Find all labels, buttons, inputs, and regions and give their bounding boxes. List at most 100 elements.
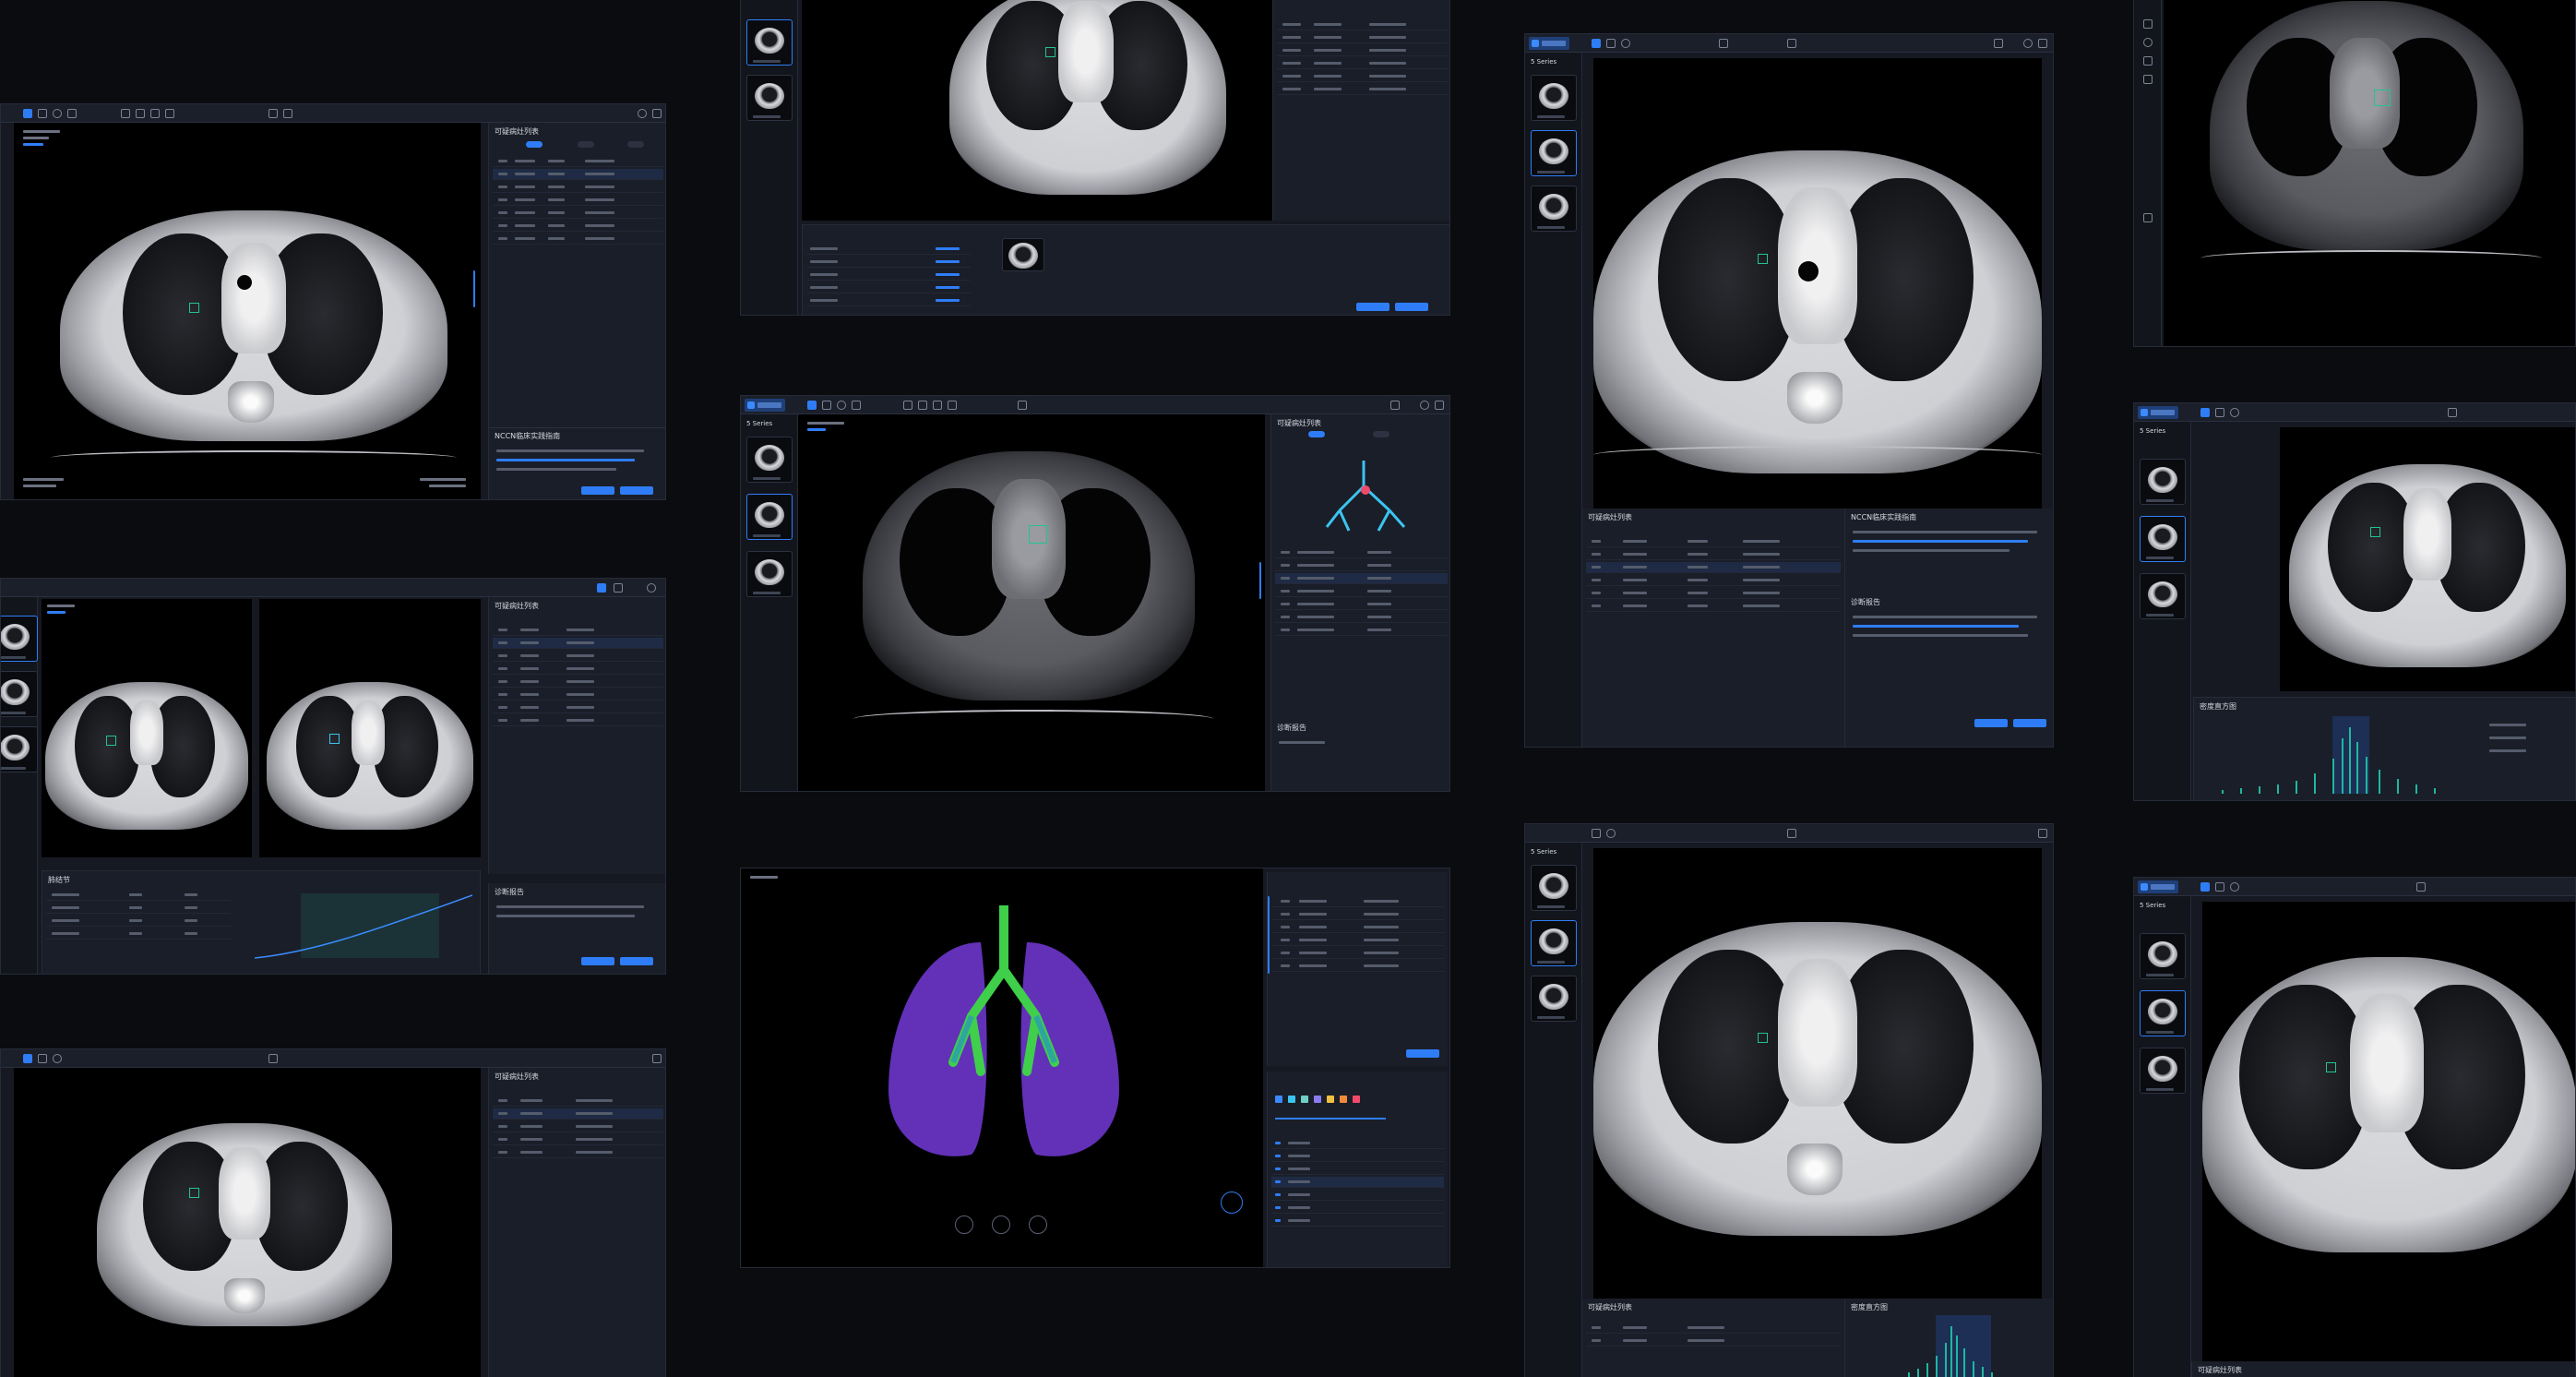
slice-scrollbar[interactable] (1259, 562, 1261, 599)
export-report-button[interactable] (1395, 303, 1428, 311)
pan-icon[interactable] (2215, 408, 2224, 417)
ct-viewport[interactable] (2164, 0, 2575, 346)
series-thumbnail[interactable] (1531, 865, 1577, 911)
play-icon[interactable] (268, 1054, 278, 1063)
ct-viewport[interactable] (14, 1068, 481, 1377)
nodule-roi[interactable] (1045, 47, 1055, 57)
series-thumbnail[interactable] (746, 437, 793, 483)
nodule-roi[interactable] (106, 736, 116, 746)
series-thumbnail[interactable] (2140, 933, 2186, 979)
copy-report-button[interactable] (581, 957, 614, 965)
zoom-icon[interactable] (1621, 39, 1630, 48)
layer-row[interactable] (1271, 1203, 1444, 1214)
settings-icon[interactable] (283, 109, 292, 118)
nodule-roi[interactable] (1758, 1033, 1768, 1043)
series-thumbnail[interactable] (1531, 186, 1577, 232)
settings-icon[interactable] (1994, 39, 2003, 48)
layer-row[interactable] (1271, 1215, 1444, 1227)
table-row[interactable] (1271, 935, 1444, 946)
table-row[interactable] (1271, 909, 1444, 920)
copy-report-button[interactable] (1974, 719, 2008, 727)
play-icon[interactable] (268, 109, 278, 118)
layout-icon[interactable] (807, 401, 817, 410)
help-icon[interactable] (1420, 401, 1429, 410)
layer-row[interactable] (1271, 1151, 1444, 1162)
table-row[interactable] (1271, 961, 1444, 972)
finding-row[interactable] (806, 269, 971, 281)
finding-row[interactable] (806, 257, 971, 268)
slice-scrollbar[interactable] (473, 270, 475, 307)
reset-icon[interactable] (150, 109, 160, 118)
color-swatch[interactable] (1288, 1096, 1295, 1103)
nodule-roi[interactable] (189, 1188, 199, 1198)
table-row[interactable] (1277, 32, 1448, 43)
table-row[interactable] (1275, 547, 1448, 558)
list-scrollbar[interactable] (1268, 896, 1270, 974)
table-row[interactable] (493, 689, 663, 700)
series-thumbnail[interactable] (1, 616, 38, 662)
layout-icon[interactable] (2200, 408, 2210, 417)
ct-viewport-left[interactable] (42, 599, 252, 857)
table-row[interactable] (1277, 45, 1448, 56)
table-row[interactable] (1586, 601, 1841, 612)
help-icon[interactable] (638, 109, 647, 118)
trash-icon[interactable] (1435, 401, 1444, 410)
table-row[interactable] (493, 195, 663, 206)
trash-icon[interactable] (2038, 39, 2047, 48)
series-thumbnail[interactable] (2140, 1048, 2186, 1094)
opacity-slider-track[interactable] (1275, 1118, 1386, 1120)
finding-row[interactable] (806, 295, 971, 306)
ct-viewport[interactable] (798, 414, 1265, 791)
undo-icon[interactable] (948, 401, 957, 410)
ct-viewport[interactable] (1593, 58, 2042, 509)
undo-icon[interactable] (165, 109, 174, 118)
table-row[interactable] (1586, 562, 1841, 573)
ct-viewport[interactable] (2280, 427, 2575, 691)
table-row[interactable] (493, 1134, 663, 1145)
table-row[interactable] (493, 1147, 663, 1158)
table-row[interactable] (1275, 573, 1448, 584)
table-row[interactable] (1586, 588, 1841, 599)
table-row[interactable] (1586, 1323, 1841, 1334)
table-row[interactable] (1277, 84, 1448, 95)
window-level-icon[interactable] (67, 109, 77, 118)
zoom-icon[interactable] (2143, 38, 2153, 47)
pan-icon[interactable] (2143, 19, 2153, 29)
move-tool-icon[interactable] (955, 1215, 973, 1234)
nodule-roi[interactable] (1029, 525, 1047, 544)
play-icon[interactable] (1787, 829, 1796, 838)
table-row[interactable] (493, 638, 663, 649)
layout-icon[interactable] (23, 1054, 32, 1063)
table-row[interactable] (493, 702, 663, 713)
trash-icon[interactable] (2038, 829, 2047, 838)
nodule-roi[interactable] (2370, 527, 2380, 537)
window-level-icon[interactable] (852, 401, 861, 410)
rotate-icon[interactable] (136, 109, 145, 118)
ct-viewport-right[interactable] (259, 599, 481, 857)
settings-icon[interactable] (614, 583, 623, 593)
table-row[interactable] (493, 169, 663, 180)
copy-report-button[interactable] (581, 486, 614, 495)
zoom-icon[interactable] (2230, 882, 2239, 892)
ct-viewport[interactable] (14, 123, 481, 499)
table-row[interactable] (493, 221, 663, 232)
table-row[interactable] (1277, 58, 1448, 69)
layer-row[interactable] (1271, 1138, 1444, 1149)
table-row[interactable] (493, 677, 663, 688)
table-row[interactable] (493, 233, 663, 245)
reset-icon[interactable] (933, 401, 942, 410)
ct-viewport[interactable] (2202, 902, 2575, 1377)
table-row[interactable] (493, 1096, 663, 1107)
layer-row[interactable] (1271, 1177, 1444, 1188)
series-thumbnail[interactable] (1531, 75, 1577, 121)
pan-icon[interactable] (38, 109, 47, 118)
table-row[interactable] (1275, 599, 1448, 610)
color-swatch[interactable] (1275, 1096, 1282, 1103)
measure-icon[interactable] (1719, 39, 1728, 48)
rotate-icon[interactable] (2143, 75, 2153, 84)
help-icon[interactable] (647, 583, 656, 593)
pan-icon[interactable] (1606, 39, 1616, 48)
series-thumbnail[interactable] (1531, 920, 1577, 966)
zoom-icon[interactable] (53, 1054, 62, 1063)
play-icon[interactable] (2416, 882, 2426, 892)
